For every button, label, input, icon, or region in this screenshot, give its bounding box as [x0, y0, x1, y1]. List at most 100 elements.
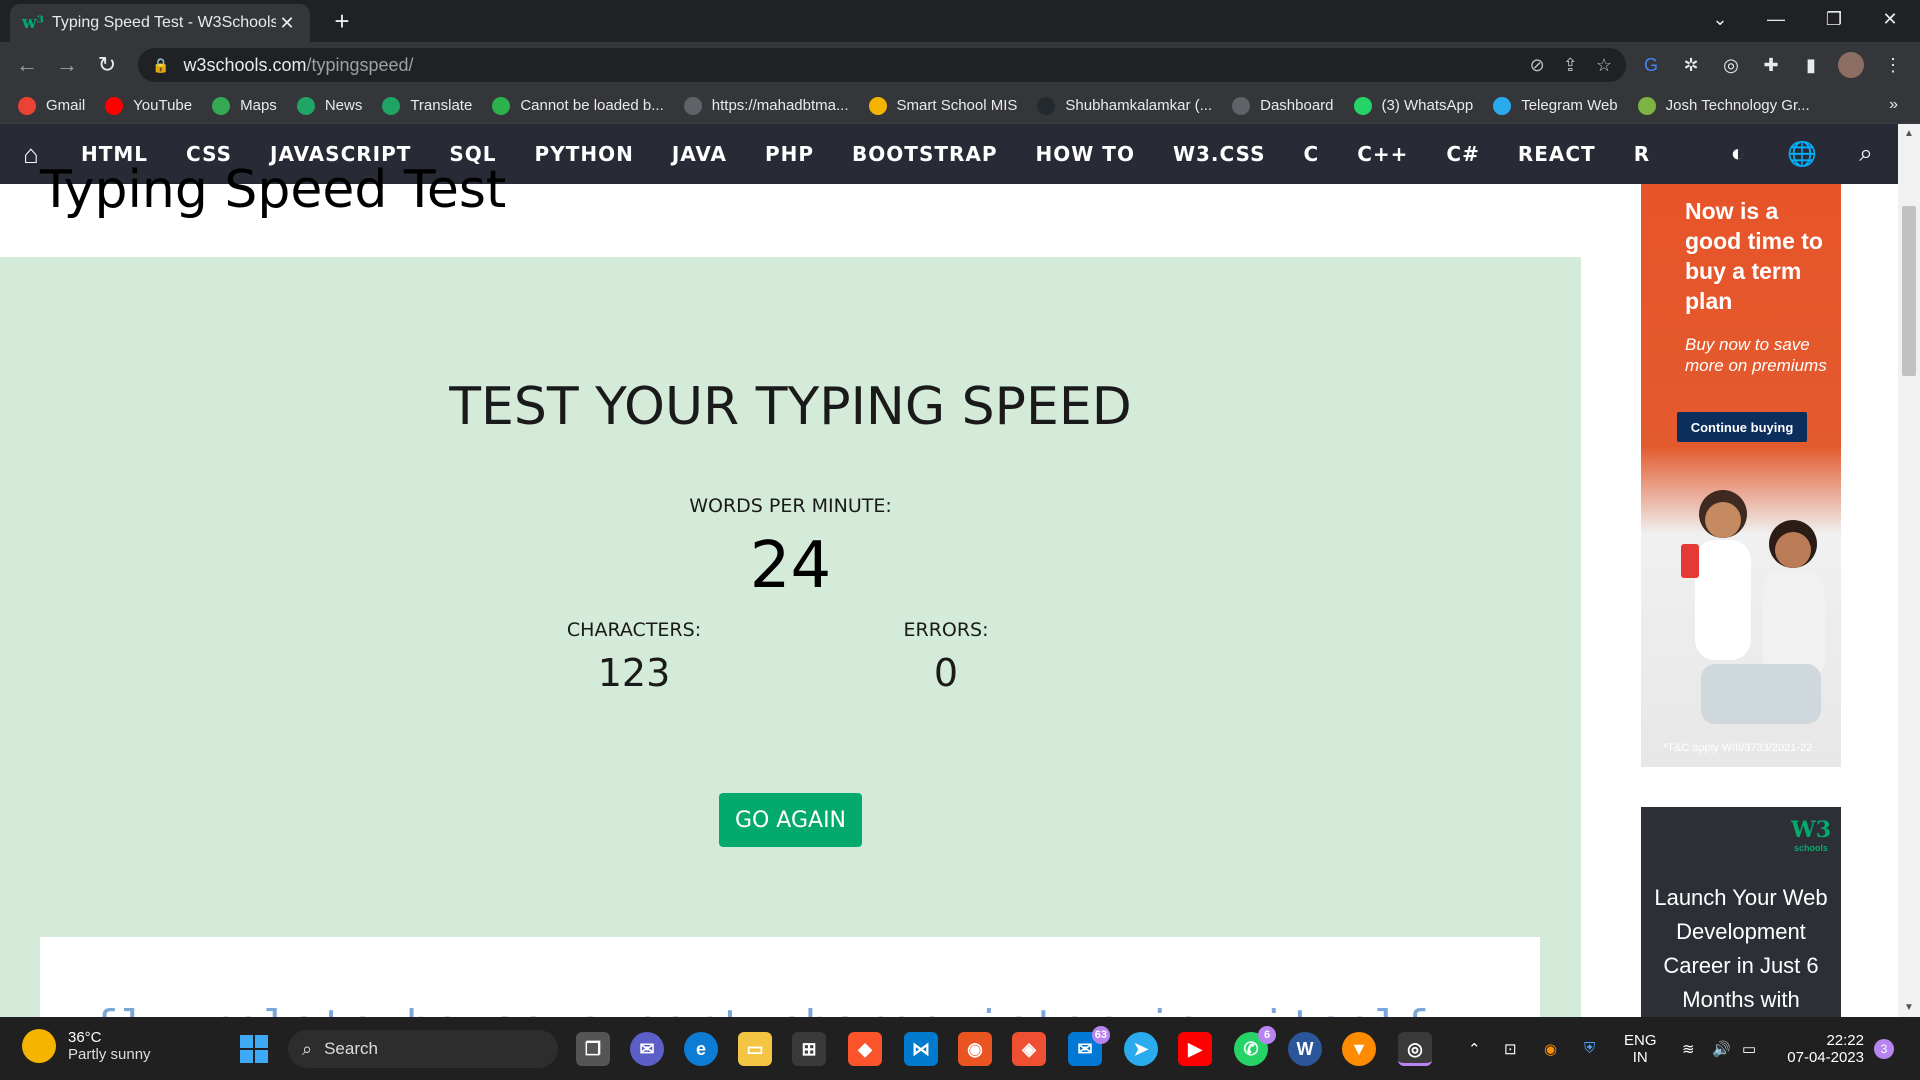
side-panel-icon[interactable]: ▮ [1798, 52, 1824, 78]
forward-arrow-icon[interactable]: → [52, 50, 82, 80]
bookmark-item[interactable]: Maps [212, 96, 277, 115]
nav-item-how-to[interactable]: HOW TO [1017, 142, 1154, 166]
page-scrollbar[interactable]: ▲ ▼ [1898, 124, 1920, 1017]
nav-item-r[interactable]: R [1615, 142, 1669, 166]
bookmarks-bar: Gmail YouTube Maps News Translate Cannot be l… [0, 88, 1920, 124]
taskbar-search[interactable]: ⌕ Search [288, 1030, 558, 1068]
nav-item-c#[interactable]: C# [1427, 142, 1498, 166]
wifi-icon[interactable]: ≋ [1682, 1017, 1695, 1080]
lock-icon[interactable]: 🔒 [152, 57, 169, 74]
bookmark-label: Gmail [46, 97, 86, 114]
file-explorer-icon[interactable]: ▭ [738, 1032, 772, 1066]
go-again-button[interactable]: GO AGAIN [719, 793, 862, 847]
bookmark-item[interactable]: Shubhamkalamkar (... [1037, 96, 1212, 115]
minimize-button[interactable]: — [1748, 0, 1804, 40]
tray-app-icon[interactable]: ◉ [1544, 1017, 1557, 1080]
microsoft-store-icon[interactable]: ⊞ [792, 1032, 826, 1066]
tray-overflow-icon[interactable]: ⌃ [1468, 1017, 1481, 1080]
bookmark-item[interactable]: (3) WhatsApp [1353, 96, 1473, 115]
dark-mode-toggle-icon[interactable]: ◐ [1706, 140, 1770, 168]
reload-icon[interactable]: ↻ [92, 50, 122, 80]
ubuntu-icon[interactable]: ◉ [958, 1032, 992, 1066]
close-window-button[interactable]: ✕ [1862, 0, 1918, 40]
nav-item-c[interactable]: C [1285, 142, 1339, 166]
volume-icon[interactable]: 🔊 [1712, 1017, 1731, 1080]
bookmark-item[interactable]: YouTube [105, 96, 192, 115]
characters-stat: CHARACTERS: 123 [524, 619, 744, 695]
bookmark-item[interactable]: Josh Technology Gr... [1637, 96, 1810, 115]
mail-icon[interactable]: ✉ 63 [1068, 1026, 1110, 1066]
tray-security-icon[interactable]: ⊡ [1504, 1017, 1517, 1080]
extension-target-icon[interactable]: ◎ [1718, 52, 1744, 78]
brave-icon[interactable]: ◆ [848, 1032, 882, 1066]
nav-item-c++[interactable]: C++ [1338, 142, 1427, 166]
google-translate-extension-icon[interactable]: G [1638, 52, 1664, 78]
nav-item-python[interactable]: PYTHON [516, 142, 653, 166]
nav-item-react[interactable]: REACT [1499, 142, 1615, 166]
extensions-puzzle-icon[interactable]: ✚ [1758, 52, 1784, 78]
bookmark-label: Dashboard [1260, 97, 1334, 114]
share-icon[interactable]: ⇪ [1563, 55, 1578, 76]
vpn-shield-icon[interactable]: ▼ [1342, 1032, 1376, 1066]
scroll-up-icon[interactable]: ▲ [1898, 128, 1920, 139]
globe-icon[interactable]: 🌐 [1770, 140, 1834, 169]
active-tab[interactable]: w³ Typing Speed Test - W3Schools ✕ [10, 4, 310, 42]
bookmark-item[interactable]: Telegram Web [1493, 96, 1618, 115]
scroll-down-icon[interactable]: ▼ [1898, 1002, 1920, 1013]
bookmark-item[interactable]: https://mahadbtma... [683, 96, 849, 115]
eye-off-icon[interactable]: ⊘ [1530, 55, 1545, 76]
language-indicator[interactable]: ENG IN [1624, 1017, 1657, 1080]
bookmark-item[interactable]: Gmail [18, 96, 86, 115]
bookmark-item[interactable]: Dashboard [1232, 96, 1334, 115]
scrollbar-thumb[interactable] [1902, 206, 1916, 376]
bookmark-item[interactable]: Translate [382, 96, 472, 115]
bookmark-item[interactable]: Cannot be loaded b... [492, 96, 664, 115]
address-bar[interactable]: 🔒 w3schools.com/typingspeed/ ⊘ ⇪ ☆ [138, 48, 1626, 82]
word-icon[interactable]: W [1288, 1032, 1322, 1066]
search-icon[interactable]: ⌕ [1834, 140, 1898, 168]
back-arrow-icon[interactable]: ← [12, 50, 42, 80]
continue-buying-button[interactable]: Continue buying [1677, 412, 1807, 442]
bookmark-item[interactable]: Smart School MIS [868, 96, 1017, 115]
tab-close-icon[interactable]: ✕ [276, 13, 298, 34]
nav-item-php[interactable]: PHP [746, 142, 833, 166]
bookmark-item[interactable]: News [296, 96, 362, 115]
w3schools-career-ad[interactable]: W3 schools Launch Your Web Development Ca… [1641, 807, 1841, 1027]
tray-shield-icon[interactable]: ⛨ [1584, 1017, 1595, 1080]
josh-icon [1637, 96, 1656, 115]
tab-search-icon[interactable]: ⌄ [1692, 0, 1748, 40]
extension-gear-icon[interactable]: ✲ [1678, 52, 1704, 78]
words-box[interactable]: fly relate house expert charge interview… [40, 937, 1540, 1017]
profile-avatar[interactable] [1838, 52, 1864, 78]
whatsapp-icon[interactable]: ✆ 6 [1234, 1026, 1276, 1066]
wpm-value: 24 [749, 529, 832, 603]
nav-item-w3-css[interactable]: W3.CSS [1154, 142, 1285, 166]
lang-code: ENG [1624, 1031, 1657, 1049]
new-tab-button[interactable]: + [326, 6, 358, 38]
term-plan-ad[interactable]: Now is a good time to buy a term plan Bu… [1641, 184, 1841, 767]
youtube-icon[interactable]: ▶ [1178, 1032, 1212, 1066]
nav-item-java[interactable]: JAVA [653, 142, 746, 166]
weather-widget[interactable]: 36°C Partly sunny [22, 1029, 151, 1063]
telegram-icon[interactable]: ➤ [1124, 1032, 1158, 1066]
vscode-icon[interactable]: ⋈ [904, 1032, 938, 1066]
career-ad-text: Launch Your Web Development Career in Ju… [1654, 885, 1828, 1012]
bookmarks-overflow-icon[interactable]: » [1889, 96, 1898, 114]
edge-icon[interactable]: e [684, 1032, 718, 1066]
bookmark-star-icon[interactable]: ☆ [1596, 55, 1612, 76]
characters-value: 123 [597, 651, 671, 695]
chrome-icon[interactable]: ◎ [1398, 1032, 1432, 1066]
chrome-menu-icon[interactable]: ⋮ [1880, 52, 1906, 78]
youtube-icon [105, 96, 124, 115]
globe-icon [683, 96, 702, 115]
git-icon[interactable]: ◈ [1012, 1032, 1046, 1066]
battery-icon[interactable]: ▭ [1742, 1017, 1756, 1080]
weather-temp: 36°C [68, 1029, 102, 1046]
teams-chat-icon[interactable]: ✉ [630, 1032, 664, 1066]
clock[interactable]: 22:22 07-04-2023 [1778, 1017, 1864, 1080]
restore-button[interactable]: ❐ [1806, 0, 1862, 40]
task-view-icon[interactable]: ❐ [576, 1032, 610, 1066]
nav-item-bootstrap[interactable]: BOOTSTRAP [833, 142, 1016, 166]
notification-badge[interactable]: 3 [1874, 1039, 1894, 1059]
windows-start-icon[interactable] [240, 1035, 268, 1063]
